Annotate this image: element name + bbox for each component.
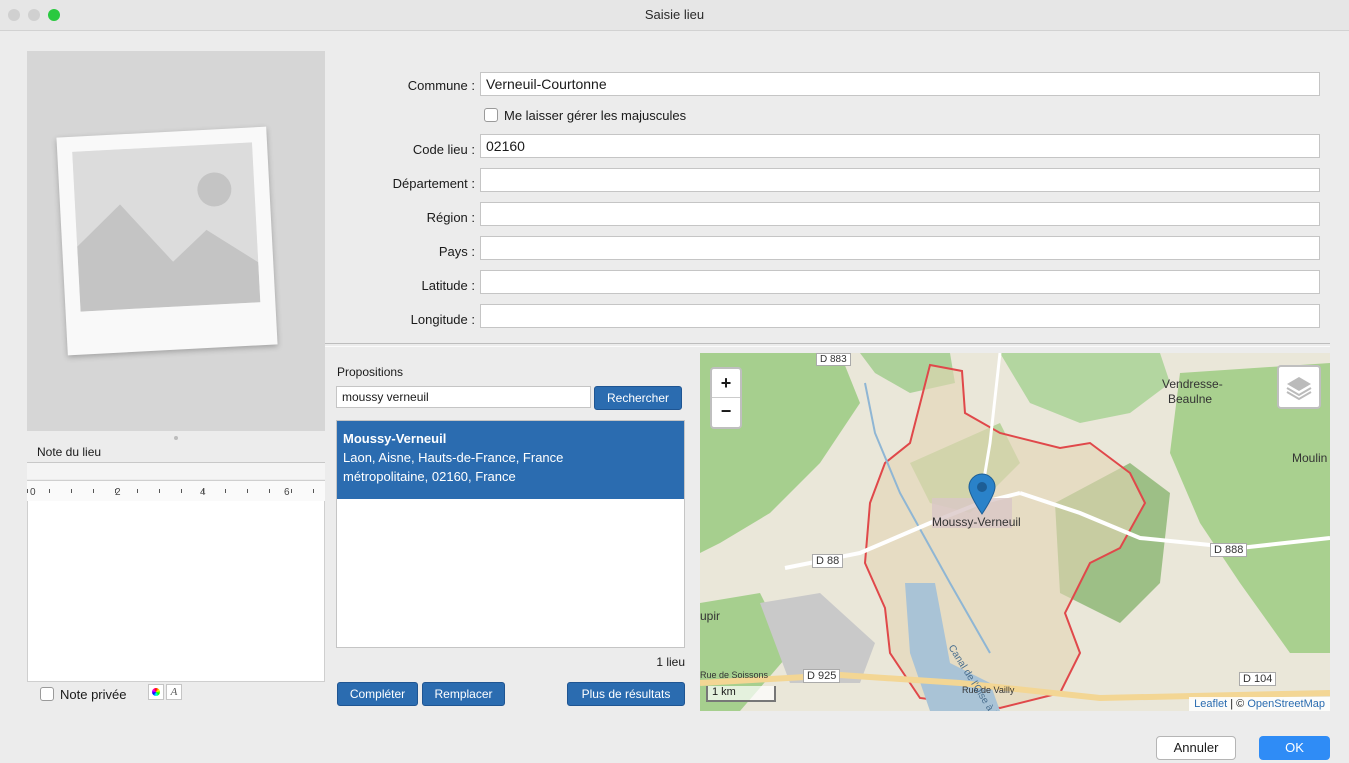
font-style-icon[interactable]: A [166,684,182,700]
color-picker-icon[interactable] [148,684,164,700]
result-line1: Laon, Aisne, Hauts-de-France, France [343,450,564,465]
search-button[interactable]: Rechercher [594,386,682,410]
private-note-label: Note privée [60,687,127,702]
code-lieu-label: Code lieu : [412,142,475,157]
map-label-upir: upir [700,609,721,623]
replace-button[interactable]: Remplacer [422,682,505,706]
more-results-button[interactable]: Plus de résultats [567,682,685,706]
leaflet-link[interactable]: Leaflet [1194,698,1227,710]
splitter-handle[interactable] [174,436,178,440]
latitude-field[interactable] [480,270,1320,294]
region-label: Région : [426,210,475,225]
cancel-button[interactable]: Annuler [1156,736,1236,760]
longitude-field[interactable] [480,304,1320,328]
image-placeholder-icon [56,126,278,356]
window-title: Saisie lieu [644,7,705,22]
map-label-rue-soissons: Rue de Soissons [700,670,769,680]
note-toolbar [27,463,325,479]
commune-field[interactable]: Verneuil-Courtonne [480,72,1320,96]
map-road-d883: D 883 [816,353,851,366]
openstreetmap-link[interactable]: OpenStreetMap [1247,698,1325,710]
zoom-control: + − [710,367,742,429]
map-tiles [700,353,1330,711]
complete-button[interactable]: Compléter [337,682,418,706]
majuscules-label: Me laisser gérer les majuscules [504,108,687,123]
latitude-label: Latitude : [421,278,476,293]
map-attribution: Leaflet | © OpenStreetMap [1189,697,1330,711]
commune-label: Commune : [407,78,475,93]
ruler-tick-6: 6 [284,487,290,498]
attribution-separator: | © [1227,698,1248,710]
departement-field[interactable] [480,168,1320,192]
map-road-d925: D 925 [803,669,841,683]
map-road-d88: D 88 [812,554,844,568]
map-marker-icon[interactable] [968,473,996,515]
map-place-label: Moussy-Verneuil [932,515,1021,529]
ruler-tick-4: 4 [200,487,206,498]
ruler: 0 2 4 6 [27,480,325,502]
list-item[interactable]: Moussy-Verneuil Laon, Aisne, Hauts-de-Fr… [337,421,684,499]
zoom-in-button[interactable]: + [712,369,740,398]
propositions-label: Propositions [337,365,404,379]
map-scale: 1 km [706,686,776,702]
map-label-moulin: Moulin [1292,451,1328,465]
zoom-out-button[interactable]: − [712,398,740,426]
departement-label: Département : [392,176,475,191]
ruler-tick-0: 0 [30,487,36,498]
region-field[interactable] [480,202,1320,226]
search-input[interactable]: moussy verneuil [336,386,591,408]
pays-label: Pays : [438,244,475,259]
layers-icon[interactable] [1277,365,1321,409]
result-count: 1 lieu [656,655,685,669]
majuscules-checkbox[interactable] [484,108,498,122]
map-label-vendresse: Vendresse- [1162,377,1223,391]
private-note-checkbox[interactable] [40,687,54,701]
result-title: Moussy-Verneuil [343,431,447,446]
map-label-beaulne: Beaulne [1168,392,1213,406]
ruler-tick-2: 2 [115,487,121,498]
note-header-label: Note du lieu [37,445,102,459]
map-road-d888: D 888 [1210,543,1248,557]
code-lieu-field[interactable]: 02160 [480,134,1320,158]
result-line2: métropolitaine, 02160, France [343,469,516,484]
longitude-label: Longitude : [410,312,475,327]
map-road-d104: D 104 [1239,672,1277,686]
ok-button[interactable]: OK [1259,736,1330,760]
note-text-area[interactable] [27,501,325,682]
splitter[interactable] [325,343,1330,347]
pays-field[interactable] [480,236,1320,260]
map-view[interactable]: + − Moussy-Verneuil Vendresse- Beaulne M… [700,353,1330,711]
note-header: Note du lieu [27,442,325,463]
